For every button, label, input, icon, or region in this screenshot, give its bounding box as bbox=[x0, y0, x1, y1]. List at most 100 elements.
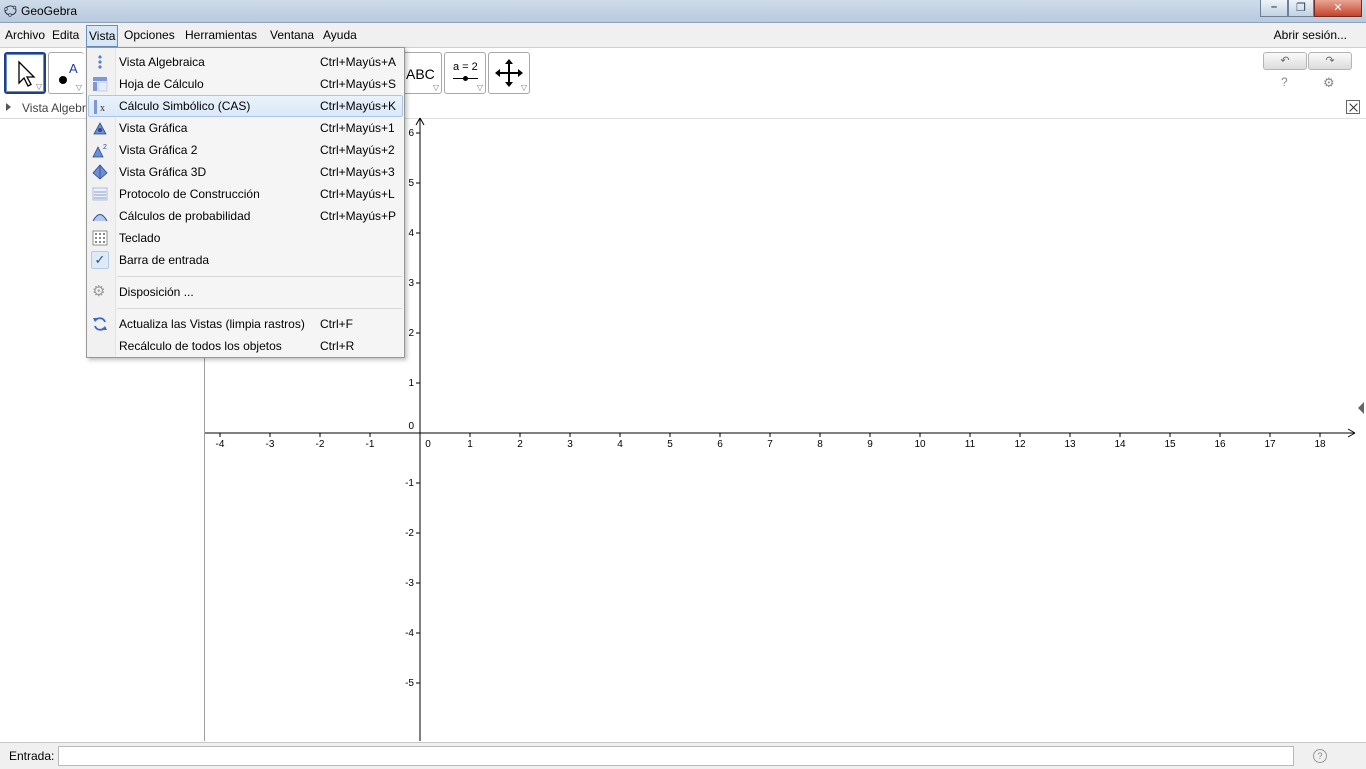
input-help-icon[interactable]: ? bbox=[1313, 749, 1327, 763]
menu-item-label: Barra de entrada bbox=[119, 253, 210, 267]
menu-item-label: Vista Gráfica 3D bbox=[119, 165, 207, 179]
menu-item-recalculo[interactable]: Recálculo de todos los objetos Ctrl+R bbox=[88, 335, 403, 357]
y-tick-label: 4 bbox=[408, 228, 414, 239]
menu-ventana[interactable]: Ventana bbox=[270, 28, 314, 42]
keyboard-icon bbox=[92, 230, 108, 246]
window-title: GeoGebra bbox=[21, 4, 78, 18]
x-tick-label: 3 bbox=[567, 439, 573, 450]
redo-icon: ↷ bbox=[1325, 55, 1335, 67]
layout-gear-icon: ⚙ bbox=[92, 283, 106, 300]
undo-icon: ↶ bbox=[1280, 55, 1290, 67]
menu-item-protocolo-de-construccion[interactable]: Protocolo de Construcción Ctrl+Mayús+L bbox=[88, 183, 403, 205]
menu-item-calculo-simbolico[interactable]: x Cálculo Simbólico (CAS) Ctrl+Mayús+K bbox=[88, 95, 403, 117]
x-tick-label: -2 bbox=[316, 439, 325, 450]
menu-item-disposicion[interactable]: ⚙ Disposición ... bbox=[88, 281, 403, 303]
menu-archivo[interactable]: Archivo bbox=[5, 28, 45, 42]
construction-protocol-icon bbox=[92, 187, 108, 201]
menu-item-calculos-de-probabilidad[interactable]: Cálculos de probabilidad Ctrl+Mayús+P bbox=[88, 205, 403, 227]
x-tick-label: 1 bbox=[467, 439, 473, 450]
x-tick-label: 17 bbox=[1264, 439, 1276, 450]
menu-item-label: Teclado bbox=[119, 231, 161, 245]
redo-button[interactable]: ↷ bbox=[1308, 52, 1352, 70]
vista-dropdown-menu: Vista Algebraica Ctrl+Mayús+A Hoja de Cá… bbox=[86, 47, 405, 358]
gear-icon[interactable]: ⚙ bbox=[1323, 75, 1335, 91]
help-icon[interactable]: ? bbox=[1281, 75, 1288, 89]
close-icon: ✕ bbox=[1333, 2, 1343, 14]
point-tool-button[interactable]: A ▽ bbox=[48, 52, 84, 94]
menu-item-actualiza-las-vistas[interactable]: Actualiza las Vistas (limpia rastros) Ct… bbox=[88, 313, 403, 335]
menu-item-hoja-de-calculo[interactable]: Hoja de Cálculo Ctrl+Mayús+S bbox=[88, 73, 403, 95]
y-tick-label: 5 bbox=[408, 178, 414, 189]
menu-item-shortcut: Ctrl+Mayús+2 bbox=[320, 143, 395, 157]
x-tick-label: 18 bbox=[1314, 439, 1326, 450]
menu-opciones[interactable]: Opciones bbox=[124, 28, 175, 42]
input-label: Entrada: bbox=[9, 749, 55, 763]
menu-item-vista-grafica-2[interactable]: 2 Vista Gráfica 2 Ctrl+Mayús+2 bbox=[88, 139, 403, 161]
x-tick-label: 5 bbox=[667, 439, 673, 450]
y-tick-label: 0 bbox=[408, 421, 414, 432]
move-tool-button[interactable]: ▽ bbox=[4, 52, 46, 94]
x-tick-label: -4 bbox=[216, 439, 225, 450]
menu-item-label: Disposición ... bbox=[119, 285, 194, 299]
text-icon: ABC bbox=[406, 66, 435, 82]
graphics-3d-icon bbox=[92, 164, 108, 180]
y-tick-label: 6 bbox=[408, 128, 414, 139]
menu-separator bbox=[117, 308, 402, 309]
menu-vista[interactable]: Vista bbox=[86, 25, 119, 47]
sign-in-link[interactable]: Abrir sesión... bbox=[1274, 28, 1347, 42]
slider-knob bbox=[463, 76, 468, 81]
y-tick-label: -1 bbox=[405, 478, 414, 489]
y-tick-label: 1 bbox=[408, 378, 414, 389]
menu-item-shortcut: Ctrl+Mayús+S bbox=[320, 77, 397, 91]
menu-item-vista-algebraica[interactable]: Vista Algebraica Ctrl+Mayús+A bbox=[88, 51, 403, 73]
x-tick-label: 16 bbox=[1214, 439, 1226, 450]
menu-item-shortcut: Ctrl+R bbox=[320, 339, 355, 353]
spreadsheet-icon bbox=[93, 77, 108, 92]
input-field[interactable] bbox=[58, 746, 1294, 766]
menu-edita[interactable]: Edita bbox=[52, 28, 79, 42]
y-tick-label: -2 bbox=[405, 528, 414, 539]
restore-button[interactable]: ❐ bbox=[1288, 0, 1314, 17]
x-tick-label: 15 bbox=[1164, 439, 1176, 450]
menu-item-shortcut: Ctrl+Mayús+A bbox=[320, 55, 397, 69]
probability-icon bbox=[92, 214, 108, 222]
undo-button[interactable]: ↶ bbox=[1263, 52, 1307, 70]
menu-item-vista-grafica[interactable]: Vista Gráfica Ctrl+Mayús+1 bbox=[88, 117, 403, 139]
y-tick-label: -4 bbox=[405, 628, 414, 639]
move-graphics-tool-button[interactable]: ▽ bbox=[488, 52, 530, 94]
menu-item-label: Vista Algebraica bbox=[119, 55, 205, 69]
expand-arrow-icon[interactable] bbox=[6, 103, 11, 111]
x-tick-label: 14 bbox=[1114, 439, 1126, 450]
x-tick-label: 11 bbox=[965, 439, 976, 450]
menu-item-teclado[interactable]: Teclado bbox=[88, 227, 403, 249]
menu-item-label: Cálculos de probabilidad bbox=[119, 209, 251, 223]
close-window-button[interactable]: ✕ bbox=[1314, 0, 1362, 17]
menu-item-shortcut: Ctrl+Mayús+L bbox=[320, 187, 395, 201]
menu-item-label: Vista Gráfica 2 bbox=[119, 143, 198, 157]
checkmark-icon: ✓ bbox=[91, 251, 109, 269]
menu-item-vista-grafica-3d[interactable]: Vista Gráfica 3D Ctrl+Mayús+3 bbox=[88, 161, 403, 183]
menu-item-shortcut: Ctrl+Mayús+3 bbox=[320, 165, 395, 179]
minimize-button[interactable]: – bbox=[1260, 0, 1288, 17]
x-tick-label: -1 bbox=[366, 439, 375, 450]
x-tick-label: 12 bbox=[1014, 439, 1026, 450]
menu-bar: Archivo Edita Vista Opciones Herramienta… bbox=[0, 23, 1366, 48]
text-tool-button[interactable]: ABC ▽ bbox=[402, 52, 442, 94]
menu-herramientas[interactable]: Herramientas bbox=[185, 28, 257, 42]
x-tick-label: 2 bbox=[517, 439, 523, 450]
y-tick-label: 2 bbox=[408, 328, 414, 339]
minimize-icon: – bbox=[1270, 1, 1278, 13]
graphics-view-icon bbox=[93, 122, 107, 135]
menu-item-label: Actualiza las Vistas (limpia rastros) bbox=[119, 317, 305, 331]
slider-tool-button[interactable]: a = 2 ▽ bbox=[444, 52, 486, 94]
side-panel-arrow-icon[interactable] bbox=[1358, 402, 1364, 414]
cas-icon: x bbox=[94, 100, 105, 114]
menu-ayuda[interactable]: Ayuda bbox=[323, 28, 357, 42]
refresh-icon bbox=[93, 317, 107, 331]
algebra-view-icon bbox=[98, 55, 102, 69]
x-tick-label: 0 bbox=[425, 439, 431, 450]
geogebra-logo-icon bbox=[4, 5, 17, 17]
x-tick-label: 6 bbox=[717, 439, 723, 450]
menu-item-barra-de-entrada[interactable]: ✓ Barra de entrada bbox=[88, 249, 403, 271]
menu-item-label: Vista Gráfica bbox=[119, 121, 188, 135]
